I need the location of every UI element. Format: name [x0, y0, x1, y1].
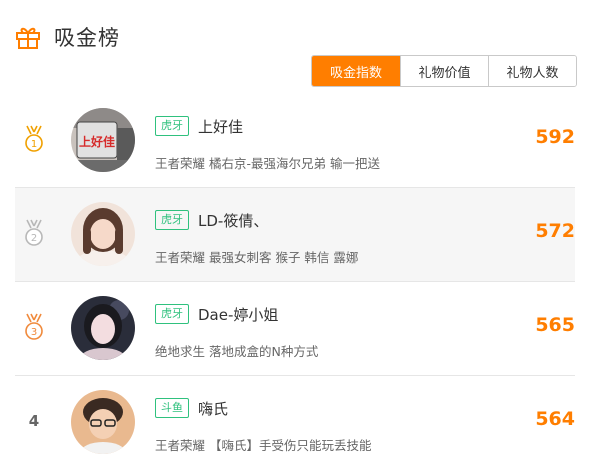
stream-description: 王者荣耀 最强女刺客 猴子 韩信 露娜 — [155, 250, 359, 265]
ranking-row[interactable]: 1 上好佳 虎牙 上好佳 王者荣耀 橘右京-最强海尔兄弟 输一把送 592 — [15, 94, 575, 188]
platform-badge: 虎牙 — [155, 116, 189, 136]
tab-gift-value[interactable]: 礼物价值 — [400, 56, 488, 86]
rank-number: 4 — [28, 412, 40, 430]
page-title: 吸金榜 — [54, 26, 120, 50]
avatar[interactable] — [71, 202, 135, 266]
ranking-tabs: 吸金指数 礼物价值 礼物人数 — [311, 55, 577, 87]
earning-score: 572 — [535, 220, 575, 242]
streamer-name[interactable]: Dae-婷小姐 — [198, 304, 278, 325]
platform-badge: 虎牙 — [155, 210, 189, 230]
stream-description: 王者荣耀 橘右京-最强海尔兄弟 输一把送 — [155, 156, 380, 171]
earning-score: 592 — [535, 126, 575, 148]
ranking-row[interactable]: 4 斗鱼 嗨氏 王者荣耀 【嗨氏】手受伤只能玩丢技能 564 — [15, 376, 575, 470]
stream-description: 王者荣耀 【嗨氏】手受伤只能玩丢技能 — [155, 438, 372, 453]
rank-2-medal-icon: 2 — [23, 218, 45, 248]
svg-text:1: 1 — [31, 139, 37, 150]
streamer-info: 虎牙 Dae-婷小姐 绝地求生 落地成盒的N种方式 — [155, 302, 318, 360]
streamer-name[interactable]: 嗨氏 — [198, 398, 228, 419]
tab-earning-index[interactable]: 吸金指数 — [312, 56, 400, 86]
streamer-name[interactable]: LD-筱倩、 — [198, 210, 268, 231]
ranking-row[interactable]: 2 虎牙 LD-筱倩、 王者荣耀 最强女刺客 猴子 韩信 露娜 572 — [15, 188, 575, 282]
platform-badge: 虎牙 — [155, 304, 189, 324]
streamer-info: 斗鱼 嗨氏 王者荣耀 【嗨氏】手受伤只能玩丢技能 — [155, 396, 371, 454]
rank-3-medal-icon: 3 — [23, 312, 45, 342]
streamer-info: 虎牙 上好佳 王者荣耀 橘右京-最强海尔兄弟 输一把送 — [155, 114, 380, 172]
ranking-row[interactable]: 3 虎牙 Dae-婷小姐 绝地求生 落地成盒的N种方式 565 — [15, 282, 575, 376]
avatar[interactable] — [71, 296, 135, 360]
earning-score: 564 — [535, 408, 575, 430]
avatar[interactable]: 上好佳 — [71, 108, 135, 172]
earning-score: 565 — [535, 314, 575, 336]
platform-badge: 斗鱼 — [155, 398, 189, 418]
svg-text:上好佳: 上好佳 — [79, 134, 115, 149]
streamer-name[interactable]: 上好佳 — [198, 116, 243, 137]
svg-text:2: 2 — [31, 233, 37, 244]
ranking-header: 吸金榜 — [15, 22, 120, 52]
ranking-list: 1 上好佳 虎牙 上好佳 王者荣耀 橘右京-最强海尔兄弟 输一把送 592 2 … — [15, 94, 575, 470]
svg-text:3: 3 — [31, 327, 37, 338]
rank-1-medal-icon: 1 — [23, 124, 45, 154]
tab-gift-count[interactable]: 礼物人数 — [488, 56, 576, 86]
stream-description: 绝地求生 落地成盒的N种方式 — [155, 344, 319, 359]
avatar[interactable] — [71, 390, 135, 454]
streamer-info: 虎牙 LD-筱倩、 王者荣耀 最强女刺客 猴子 韩信 露娜 — [155, 208, 358, 266]
gift-icon — [16, 27, 40, 49]
